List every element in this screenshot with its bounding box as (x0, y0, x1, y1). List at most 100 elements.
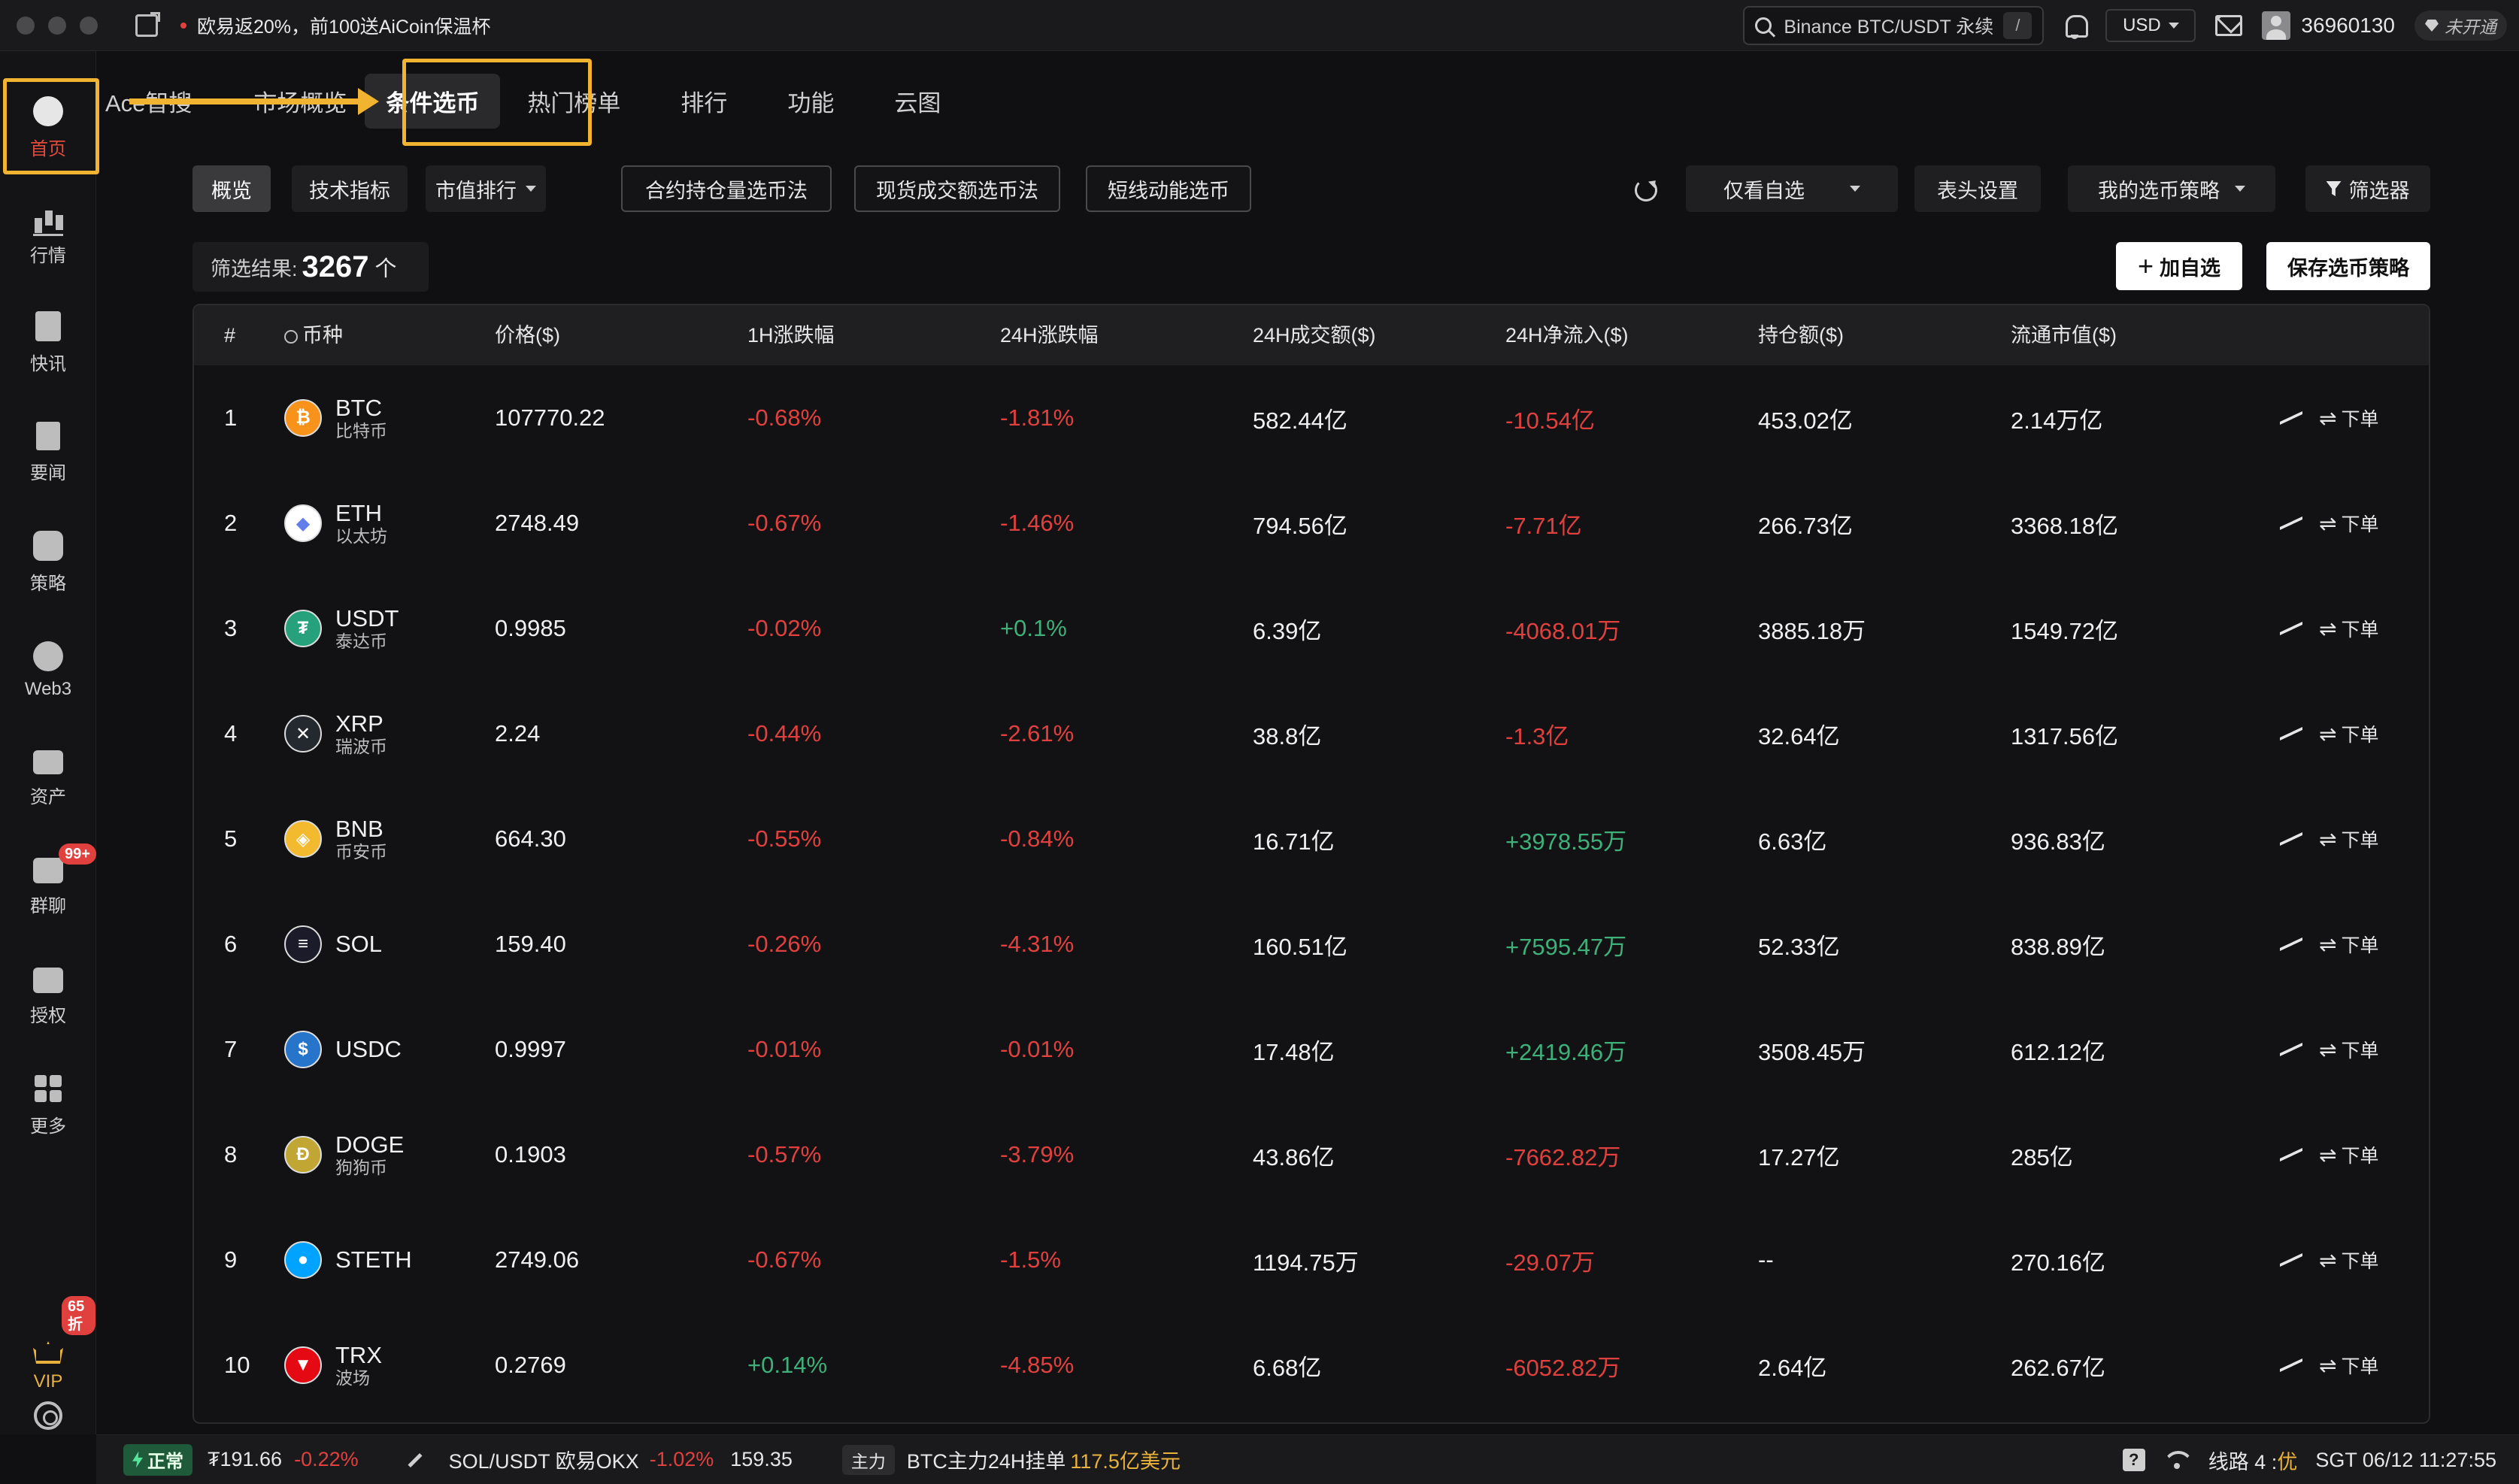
watchlist-only-dropdown[interactable]: 仅看自选 (1686, 165, 1898, 212)
place-order-button[interactable]: ⇌ 下单 (2319, 681, 2378, 786)
cell-coin[interactable]: $ USDC (284, 997, 402, 1102)
col-24h-change[interactable]: 24H涨跌幅 (1000, 305, 1099, 365)
promo-banner[interactable]: 欧易返20%，前100送AiCoin保温杯 (180, 12, 490, 39)
sidebar-item-market[interactable]: 行情 (0, 188, 96, 281)
place-order-button[interactable]: ⇌ 下单 (2319, 786, 2378, 892)
trend-chart-icon[interactable] (2280, 1042, 2302, 1057)
col-price[interactable]: 价格($) (495, 305, 560, 365)
sidebar-item-flash-news[interactable]: 快讯 (0, 296, 96, 389)
connection-status-badge[interactable]: 正常 (123, 1443, 192, 1476)
cell-coin[interactable]: ₿ BTC 比特币 (284, 365, 387, 471)
vip-status-badge[interactable]: 未开通 (2414, 11, 2507, 41)
network-line[interactable]: 线路 4 :优 (2208, 1446, 2298, 1475)
user-account[interactable]: 36960130 (2262, 11, 2395, 40)
close-window-button[interactable] (17, 16, 35, 35)
place-order-button[interactable]: ⇌ 下单 (2319, 365, 2378, 471)
trend-chart-icon[interactable] (2280, 1252, 2302, 1267)
ticker-price[interactable]: ₮191.66 (208, 1448, 282, 1471)
place-order-button[interactable]: ⇌ 下单 (2319, 1313, 2378, 1418)
col-24h-volume[interactable]: 24H成交额($) (1253, 305, 1376, 365)
trend-chart-icon[interactable] (2280, 410, 2302, 426)
table-row[interactable]: 10 ▼ TRX 波场 0.2769 +0.14% -4.85% 6.68亿 -6052.82万… (194, 1313, 2429, 1418)
table-row[interactable]: 6 ≡ SOL 159.40 -0.26% -4.31% 160.51亿 +7595.47万 5… (194, 892, 2429, 997)
overview-button[interactable]: 概览 (192, 165, 271, 212)
bell-icon[interactable] (2063, 14, 2089, 39)
place-order-button[interactable]: ⇌ 下单 (2319, 1102, 2378, 1207)
cell-24h-netflow: -29.07万 (1505, 1249, 1595, 1276)
cell-coin[interactable]: ₮ USDT 泰达币 (284, 576, 399, 681)
tech-indicator-button[interactable]: 技术指标 (292, 165, 408, 212)
sidebar-item-authorize[interactable]: 授权 (0, 950, 96, 1043)
new-window-icon[interactable] (135, 11, 160, 37)
trend-chart-icon[interactable] (2280, 831, 2302, 846)
pair-name[interactable]: SOL/USDT 欧易OKX (449, 1445, 639, 1474)
col-coin[interactable]: 币种 (284, 305, 343, 365)
table-row[interactable]: 3 ₮ USDT 泰达币 0.9985 -0.02% +0.1% 6.39亿 -4068.01万… (194, 576, 2429, 681)
mcap-rank-dropdown[interactable]: 市值排行 (426, 165, 546, 212)
sidebar-item-assets[interactable]: 资产 (0, 732, 96, 825)
place-order-button[interactable]: ⇌ 下单 (2319, 471, 2378, 576)
trend-chart-icon[interactable] (2280, 516, 2302, 531)
oi-method-button[interactable]: 合约持仓量选币法 (621, 165, 832, 212)
filter-button[interactable]: 筛选器 (2305, 165, 2430, 212)
place-order-button[interactable]: ⇌ 下单 (2319, 892, 2378, 997)
minimize-window-button[interactable] (48, 16, 66, 35)
col-1h-change[interactable]: 1H涨跌幅 (747, 305, 835, 365)
col-open-interest[interactable]: 持仓额($) (1758, 305, 1844, 365)
connection-status-text: 正常 (147, 1452, 183, 1472)
maximize-window-button[interactable] (80, 16, 98, 35)
add-watchlist-button[interactable]: + 加自选 (2116, 242, 2242, 290)
sidebar-item-web3[interactable]: Web3 (0, 624, 96, 717)
cell-coin[interactable]: ● STETH (284, 1207, 412, 1313)
main-force-info[interactable]: BTC主力24H挂单 (907, 1445, 1066, 1474)
momentum-method-button[interactable]: 短线动能选币 (1086, 165, 1251, 212)
cell-coin[interactable]: Ð DOGE 狗狗币 (284, 1102, 404, 1207)
cell-1h-change: +0.14% (747, 1352, 828, 1378)
more-apps-icon (33, 1074, 63, 1104)
col-24h-netflow[interactable]: 24H净流入($) (1505, 305, 1629, 365)
my-strategy-dropdown[interactable]: 我的选币策略 (2068, 165, 2275, 212)
trend-chart-icon[interactable] (2280, 726, 2302, 741)
place-order-button[interactable]: ⇌ 下单 (2319, 1207, 2378, 1313)
tab-cloud-map[interactable]: 云图 (894, 84, 941, 118)
save-strategy-button[interactable]: 保存选币策略 (2266, 242, 2430, 290)
sidebar-item-strategy[interactable]: 策略 (0, 516, 96, 609)
place-order-button[interactable]: ⇌ 下单 (2319, 576, 2378, 681)
tab-functions[interactable]: 功能 (787, 84, 834, 118)
help-icon[interactable]: ? (2122, 1449, 2145, 1471)
table-row[interactable]: 5 ◈ BNB 币安币 664.30 -0.55% -0.84% 16.71亿 +3978.55… (194, 786, 2429, 892)
refresh-icon[interactable] (1635, 179, 1657, 201)
header-settings-button[interactable]: 表头设置 (1914, 165, 2041, 212)
spot-volume-method-button[interactable]: 现货成交额选币法 (854, 165, 1060, 212)
table-row[interactable]: 9 ● STETH 2749.06 -0.67% -1.5% 1194.75万 -29.07万… (194, 1207, 2429, 1313)
col-market-cap[interactable]: 流通市值($) (2011, 305, 2117, 365)
cell-24h-change: -1.5% (1000, 1246, 1061, 1273)
trend-chart-icon[interactable] (2280, 1147, 2302, 1162)
cell-coin[interactable]: ✕ XRP 瑞波币 (284, 681, 387, 786)
trend-chart-icon[interactable] (2280, 937, 2302, 952)
table-row[interactable]: 4 ✕ XRP 瑞波币 2.24 -0.44% -2.61% 38.8亿 -1.3亿 32.64亿… (194, 681, 2429, 786)
table-row[interactable]: 7 $ USDC 0.9997 -0.01% -0.01% 17.48亿 +2419.46万 3… (194, 997, 2429, 1102)
table-row[interactable]: 1 ₿ BTC 比特币 107770.22 -0.68% -1.81% 582.44亿 -10.… (194, 365, 2429, 471)
cell-24h-netflow: +7595.47万 (1505, 933, 1627, 960)
trend-chart-icon[interactable] (2280, 621, 2302, 636)
sidebar-item-headlines[interactable]: 要闻 (0, 406, 96, 499)
tab-ranking[interactable]: 排行 (681, 84, 727, 118)
cell-coin[interactable]: ◈ BNB 币安币 (284, 786, 387, 892)
cell-coin[interactable]: ≡ SOL (284, 892, 382, 997)
currency-select[interactable]: USD (2105, 9, 2196, 42)
edit-icon[interactable] (404, 1451, 422, 1469)
mail-icon[interactable] (2215, 15, 2243, 36)
place-order-button[interactable]: ⇌ 下单 (2319, 997, 2378, 1102)
global-search-input[interactable]: Binance BTC/USDT 永续 / (1743, 6, 2045, 45)
table-row[interactable]: 8 Ð DOGE 狗狗币 0.1903 -0.57% -3.79% 43.86亿 -7662.8… (194, 1102, 2429, 1207)
cell-coin[interactable]: ◆ ETH 以太坊 (284, 471, 387, 576)
coin-symbol: BTC (335, 394, 382, 421)
cell-rank: 4 (224, 720, 238, 747)
trend-chart-icon[interactable] (2280, 1358, 2302, 1373)
settings-button[interactable] (0, 1383, 96, 1448)
col-rank[interactable]: # (224, 305, 235, 365)
cell-coin[interactable]: ▼ TRX 波场 (284, 1313, 382, 1418)
sidebar-item-more[interactable]: 更多 (0, 1058, 96, 1152)
table-row[interactable]: 2 ◆ ETH 以太坊 2748.49 -0.67% -1.46% 794.56亿 -7.71亿… (194, 471, 2429, 576)
